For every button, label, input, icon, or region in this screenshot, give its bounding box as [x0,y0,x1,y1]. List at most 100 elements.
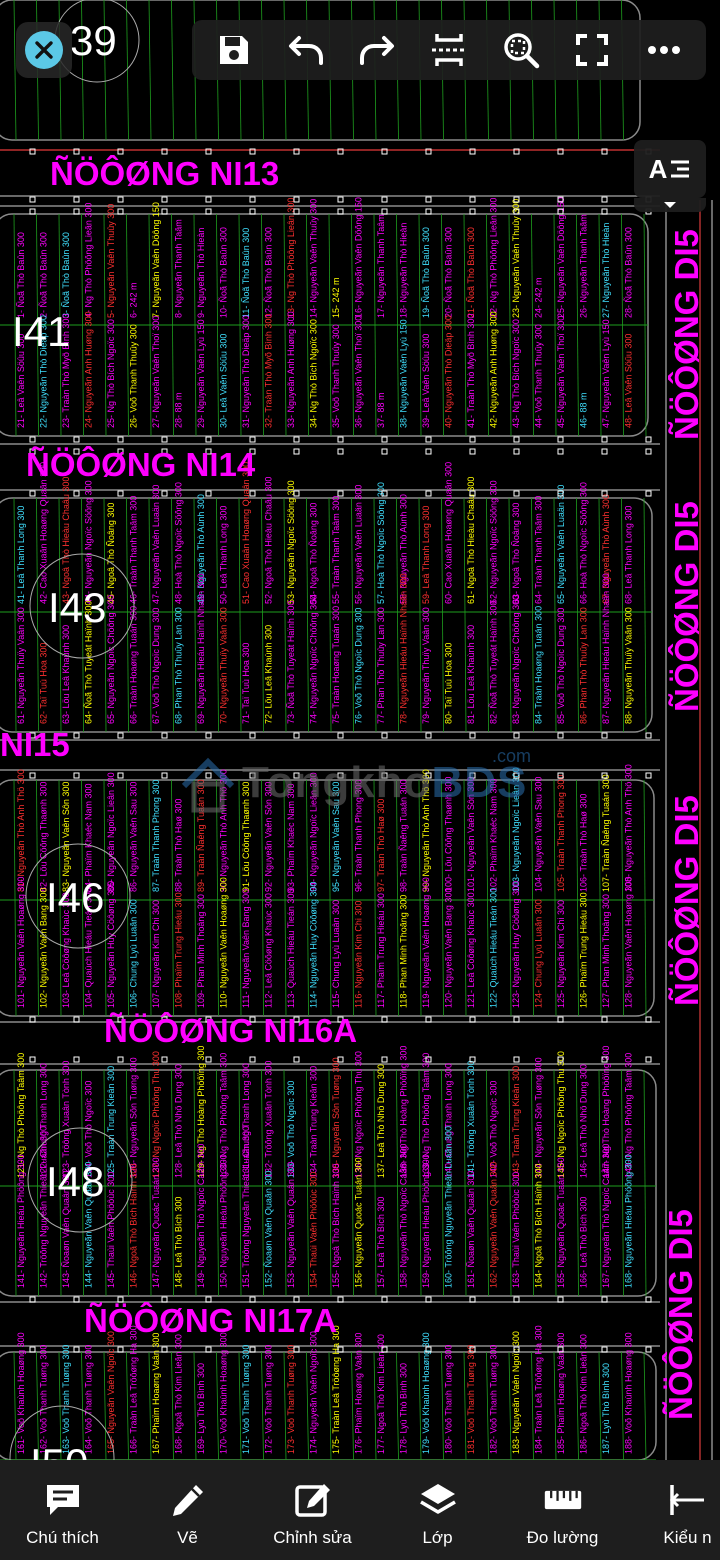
zoom-button[interactable] [491,20,551,80]
lot-owner-text: 105- Traàn Thanh Phong 300 [556,775,566,892]
lot-owner-text: 48- Hoà Thò Ngoïc Söông 300 [174,482,184,604]
pencil-icon [168,1480,208,1520]
lot-owner-text: 116- Nguyeãn Kim Chi 300 [354,901,364,1008]
lot-owner-text: 81- Löu Leâ Khaùnh 300 [466,625,476,724]
lot-owner-text: 33- Nguyeãn Anh Huøng 300 [286,311,296,428]
lot-owner-text: 37- 88 m [376,392,386,428]
lot-owner-text: 15- 242 m [331,277,341,318]
lot-owner-text: 86- Nguyeãn Vaên Sau 300 [129,782,139,892]
lot-owner-text: 119- Nguyeãn Vaên Hoaøng 300 [421,877,431,1008]
lot-owner-text: 84- Traàn Hoaøng Tuaán 300 [534,606,544,724]
more-button[interactable] [634,20,694,80]
street-label-ni16a: ÑÖÔØNG NI16A [104,1011,357,1049]
lot-owner-text: 160- Tröông Nguyeãn Thieân Luaân 300 [444,1126,454,1288]
close-icon [25,31,63,69]
lot-owner-text: 113- Quaùch Hieáu Tieán 300 [286,889,296,1008]
lot-owner-text: 162- Voõ Thanh Tuøng 300 [39,1345,49,1454]
street-label-di5-1: ÑÖÔØNG DI5 [667,229,705,440]
fullscreen-button[interactable] [562,20,622,80]
lot-owner-text: 9- Nguyeãn Thò Hieàn [196,228,206,318]
lot-owner-text: 165- Nguyeãn Quoác Tuaán 300 [556,1157,566,1288]
lot-owner-text: 77- Phan Thò Thuûy Lan 300 [376,607,386,724]
crop-button[interactable] [419,20,479,80]
cad-viewport[interactable]: 1- Ñoã Thò Baûn 300 2- Ñoã Thò Baûn 300 3-… [0,0,720,1460]
lot-owner-text: 105- Nguyeãn Huy Cöôøng 300 [106,881,116,1008]
lot-owner-text: 22- Ng Thò Phöông Lieân 300 [489,198,499,318]
lot-owner-text: 52- Ngoâ Thò Hieàu Chaâu 300 [264,477,274,604]
lot-owner-text: 14- Nguyeãn Vaên Thuûy 300 [309,199,319,318]
lot-owner-text: 181- Voõ Thanh Tuøng 300 [466,1345,476,1454]
lot-owner-text: 121- Leâ Cöôøng Khaùc 300 [466,892,476,1008]
lot-owner-text: 64- Traàn Thanh Taâm 300 [534,496,544,604]
lot-owner-text: 164- Ngoâ Thò Bích Haïnh 300 [534,1164,544,1288]
lot-owner-text: 66- Hoà Thò Ngoïc Söông 300 [579,482,589,604]
lot-owner-text: 161- Voõ Khaùnh Hoaøng 300 [16,1332,26,1454]
street-label-di5-3: ÑÖÔØNG DI5 [667,795,705,1006]
lot-owner-text: 174- Nguyeãn Vaên Ngoïc 300 [309,1331,319,1454]
watermark: TongkhoBDS .com [180,746,550,820]
edit-button[interactable]: Chỉnh sửa [250,1460,375,1560]
lot-owner-text: 141- Tröông Xuaân Tònh 300 [466,1061,476,1178]
lot-owner-text: 187- Lyù Thò Bình 300 [601,1363,611,1454]
street-label-ni14: ÑÖÔØNG NI14 [26,445,256,483]
layers-button[interactable]: Lớp [375,1460,500,1560]
lot-owner-text: 173- Voõ Thanh Tuøng 300 [286,1345,296,1454]
lot-owner-text: 26- Nguyeãn Thanh Taâm [579,214,589,318]
lot-owner-text: 164- Voõ Thanh Tuøng 300 [84,1345,94,1454]
lot-owner-text: 180- Voõ Thanh Tuøng 300 [444,1345,454,1454]
lot-owner-text: 166- Traàn Leâ Tröôøng Ha 300 [129,1325,139,1454]
lot-owner-text: 1- Ñoã Thò Baûn 300 [16,232,26,318]
lot-owner-text: 188- Voõ Khaùnh Hoaøng 300 [624,1332,634,1454]
lot-owner-text: 43- Ng Thò Bích Ngoïc 300 [511,319,521,428]
lot-owner-text: 63- Löu Leâ Khaùnh 300 [61,625,71,724]
lot-owner-text: 85- Nguyeãn Ngoïc Lieân 300 [106,772,116,892]
bottom-toolbar: Chú thích Vẽ Chỉnh sửa Lớp Đo lường Kiểu… [0,1460,720,1560]
lot-owner-text: 24- 242 m [534,277,544,318]
lot-owner-text: 68- Leâ Thanh Long 300 [624,506,634,604]
lot-owner-text: 79- Nguyeãn Thuïy Vaân 300 [421,607,431,724]
save-button[interactable] [204,20,264,80]
lot-owner-text: 126- Nguyeãn Sôn Tuøng 300 [129,1057,139,1178]
lot-owner-text: 186- Ngoâ Thò Kim Lieân 300 [579,1334,589,1454]
text-display-toggle[interactable]: A [634,140,706,212]
lot-owner-text: 144- Nguyeãn Sôn Tuøng 300 [534,1057,544,1178]
lot-owner-text: 169- Lyù Thò Bình 300 [196,1363,206,1454]
lot-owner-text: 26- Voõ Thanh Thuûy 300 [129,324,139,428]
undo-icon [288,36,323,65]
lot-owner-text: 151- Tröông Nguyeãn Thieân Luaân 300 [241,1126,251,1288]
lot-owner-text: 68- Phan Thò Thuûy Lan 300 [174,607,184,724]
lot-owner-text: 153- Nguyeãn Vaên Quaân 300 [286,1162,296,1288]
lot-owner-text: 47- Nguyeãn Vaên Luaän 300 [151,485,161,604]
undo-button[interactable] [276,20,336,80]
lot-owner-text: 29- Nguyeãn Vaên Lyù 150 [196,319,206,428]
lot-owner-text: 149- Nguyeãn Thò Ngoïc Caåm 300 [196,1144,206,1288]
lot-owner-text: 65- Nguyeãn Ngoïc Chöông 300 [106,595,116,724]
draw-button[interactable]: Vẽ [125,1460,250,1560]
close-button[interactable] [16,22,72,78]
annotate-button[interactable]: Chú thích [0,1460,125,1560]
lot-owner-text: 36- Nguyeãn Vaên Thoï 300 [354,316,364,428]
lot-owner-text: 176- Phaïm Hoaøng Vaân 300 [354,1333,364,1454]
lot-owner-text: 182- Voõ Thanh Tuøng 300 [489,1345,499,1454]
lot-owner-text: 28- Ñoã Thò Baûn 300 [624,227,634,318]
redo-button[interactable] [347,20,407,80]
lot-owner-text: 31- Nguyeãn Thò Dieäp 300 [241,315,251,428]
lot-owner-text: 150- Nguyeãn Hieáu Phöông 300 [219,1154,229,1288]
block-label-i46: I46 [46,874,104,921]
cad-drawing[interactable]: 1- Ñoã Thò Baûn 300 2- Ñoã Thò Baûn 300 3-… [0,0,720,1460]
lot-owner-text: 156- Nguyeãn Quoác Tuaán 300 [354,1157,364,1288]
lot-owner-text: 27- Nguyeãn Thò Hieàn [601,223,611,318]
measure-button[interactable]: Đo lường [500,1460,625,1560]
lot-owner-text: 167- Phaïm Hoaøng Vaân 300 [151,1333,161,1454]
style-button[interactable]: Kiểu n [625,1460,720,1560]
style-label: Kiểu n [663,1528,712,1547]
lot-owner-text: 4- Ng Thò Phöông Lieân 300 [84,203,94,318]
zoom-icon [503,33,539,69]
lot-owner-text: 42- Nguyeãn Anh Huøng 300 [489,311,499,428]
lot-owner-text: 163- Thaùi Vaên Phöôùc 300 [511,1172,521,1288]
lot-owner-text: 110- Nguyeãn Vaên Hoaøng 300 [219,877,229,1008]
lot-owner-text: 25- Nguyeãn Vaên Döông 150 [556,197,566,318]
panel-pull-tab[interactable] [634,198,706,212]
text-lines-icon [671,160,690,178]
lot-owner-text: 25- Ng Thò Bích Ngoïc 300 [106,319,116,428]
